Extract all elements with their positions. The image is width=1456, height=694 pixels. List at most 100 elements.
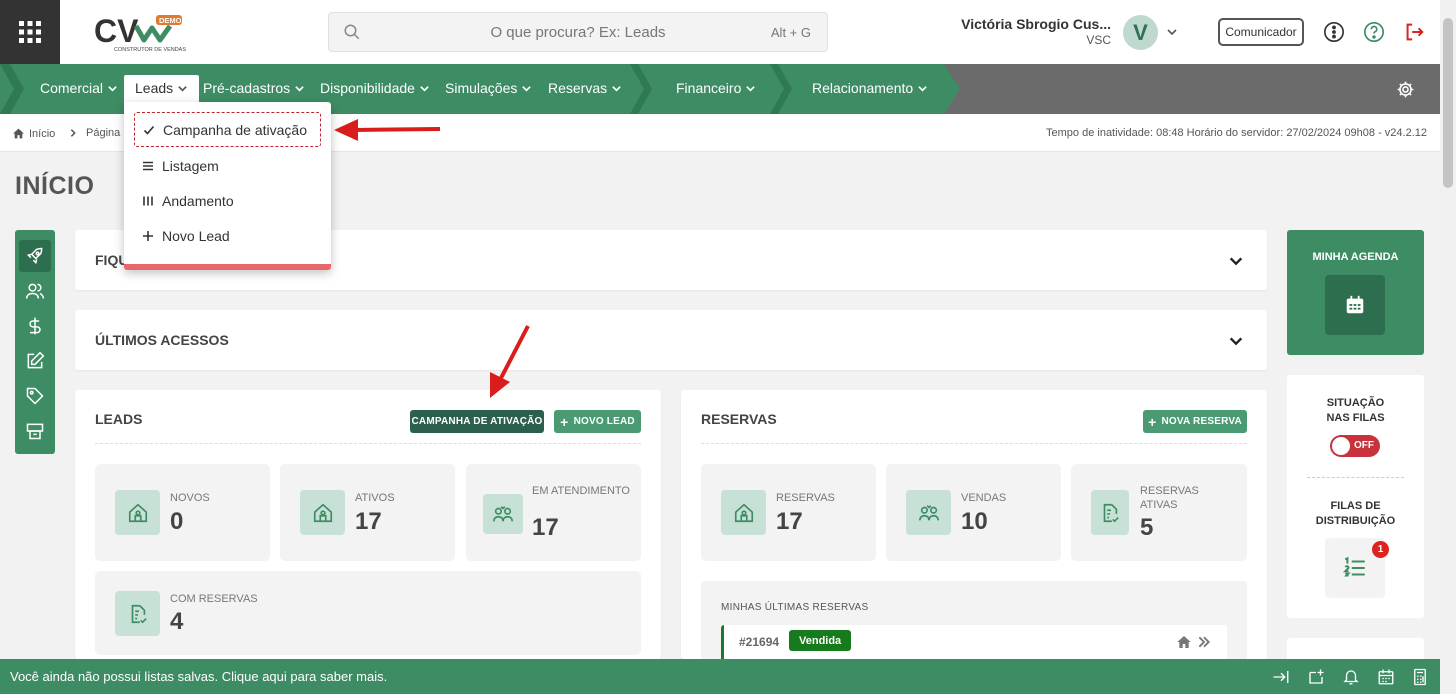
stat-novos[interactable]: NOVOS 0 (95, 464, 270, 561)
plus-icon: + (1148, 413, 1157, 430)
menu-item-andamento[interactable]: Andamento (134, 183, 321, 218)
help-icon[interactable] (1363, 21, 1385, 43)
menu-item-novo-lead[interactable]: Novo Lead (134, 218, 321, 253)
stat-reservas[interactable]: RESERVAS 17 (701, 464, 876, 561)
stat-value: 17 (532, 514, 559, 541)
breadcrumb-home[interactable]: Início (12, 127, 55, 140)
dropdown-accent-bar (124, 264, 331, 270)
stat-value: 5 (1140, 514, 1154, 541)
side-toolbar (15, 230, 55, 454)
breadcrumb-home-label: Início (29, 127, 56, 140)
users-button[interactable] (19, 275, 51, 307)
stat-em-atendimento[interactable]: EM ATENDIMENTO 17 (466, 464, 641, 561)
server-info: Tempo de inatividade: 08:48 Horário do s… (1046, 127, 1427, 139)
home-stat-icon (115, 490, 160, 535)
nav-label: Pré-cadastros (203, 80, 291, 96)
saved-lists-message[interactable]: Você ainda não possui listas salvas. Cli… (10, 669, 387, 684)
double-chevron-right-icon[interactable] (1197, 635, 1211, 649)
menu-item-listagem[interactable]: Listagem (134, 148, 321, 183)
stat-vendas[interactable]: VENDAS 10 (886, 464, 1061, 561)
logout-icon[interactable] (1403, 21, 1425, 43)
divider (1307, 477, 1404, 478)
novo-lead-button[interactable]: + NOVO LEAD (554, 410, 641, 433)
nav-leads[interactable]: Leads (124, 75, 200, 104)
novo-lead-label: NOVO LEAD (573, 416, 635, 427)
global-search-bar[interactable]: O que procura? Ex: Leads Alt + G (328, 12, 828, 52)
tag-button[interactable] (19, 380, 51, 412)
nav-reservas[interactable]: Reservas (548, 80, 622, 96)
stat-value: 4 (170, 608, 184, 635)
add-list-icon[interactable] (1306, 668, 1326, 686)
menu-item-label: Campanha de ativação (163, 121, 307, 138)
building-button[interactable] (19, 415, 51, 447)
home-stat-icon (300, 490, 345, 535)
user-avatar[interactable]: V (1123, 15, 1158, 50)
tag-icon (26, 387, 44, 405)
campanha-ativacao-button[interactable]: CAMPANHA DE ATIVAÇÃO (410, 410, 544, 433)
nav-comercial[interactable]: Comercial (40, 80, 118, 96)
stat-value: 0 (170, 508, 184, 535)
situacao-filas-card: SITUAÇÃO NAS FILAS OFF FILAS DE DISTRIBU… (1287, 375, 1424, 618)
home-icon[interactable] (1176, 634, 1192, 650)
rocket-icon (26, 247, 43, 265)
grid-icon (19, 21, 41, 43)
scrollbar-thumb[interactable] (1443, 18, 1453, 188)
chevron-down-icon (108, 85, 117, 92)
menu-item-campanha-ativacao[interactable]: Campanha de ativação (134, 112, 321, 147)
document-stat-icon (115, 591, 160, 636)
logo-badge: DEMO (159, 16, 182, 25)
vertical-scrollbar[interactable] (1440, 0, 1456, 694)
settings-gear-icon[interactable] (1396, 80, 1415, 99)
edit-button[interactable] (19, 345, 51, 377)
check-icon (143, 125, 155, 135)
apps-grid-button[interactable] (0, 0, 60, 64)
ultimos-acessos-card[interactable]: ÚLTIMOS ACESSOS (75, 310, 1267, 370)
more-options-icon[interactable] (1323, 21, 1345, 43)
chevron-down-icon[interactable] (1228, 253, 1244, 269)
breadcrumb-page-label: Página (86, 127, 121, 139)
nova-reserva-label: NOVA RESERVA (1161, 416, 1242, 427)
leads-title: LEADS (95, 411, 143, 427)
user-name[interactable]: Victória Sbrogio Cus... (961, 16, 1111, 32)
chevron-down-icon[interactable] (1166, 26, 1178, 38)
calendar-icon[interactable] (1377, 668, 1395, 686)
login-arrow-icon[interactable] (1271, 668, 1291, 686)
nav-label: Simulações (445, 80, 518, 96)
nav-simulacoes[interactable]: Simulações (445, 80, 532, 96)
bell-icon[interactable] (1342, 668, 1360, 686)
chevron-down-icon (746, 85, 756, 92)
finance-button[interactable] (19, 310, 51, 342)
stat-com-reservas[interactable]: COM RESERVAS 4 (95, 571, 641, 655)
agenda-button[interactable] (1325, 275, 1385, 335)
edit-icon (27, 351, 45, 369)
toggle-knob (1332, 437, 1350, 455)
list-icon (143, 161, 153, 170)
nav-pre-cadastros[interactable]: Pré-cadastros (203, 80, 305, 96)
nav-label: Disponibilidade (320, 80, 415, 96)
stat-reservas-ativas[interactable]: RESERVAS ATIVAS 5 (1071, 464, 1247, 561)
people-stat-icon (906, 490, 951, 535)
chevron-down-icon (295, 85, 304, 92)
nav-disponibilidade[interactable]: Disponibilidade (320, 80, 430, 96)
toggle-label: OFF (1354, 440, 1374, 451)
stat-ativos[interactable]: ATIVOS 17 (280, 464, 455, 561)
rocket-button[interactable] (19, 240, 51, 272)
filas-title: SITUAÇÃO NAS FILAS (1326, 397, 1385, 424)
chevron-down-icon[interactable] (1228, 333, 1244, 349)
leads-dropdown-menu: Campanha de ativação Listagem Andamento … (124, 102, 331, 270)
dollar-icon (29, 317, 41, 335)
cv-logo[interactable]: CV DEMO CONSTRUTOR DE VENDAS (92, 12, 192, 54)
filas-toggle[interactable]: OFF (1330, 435, 1380, 457)
nav-label: Reservas (548, 80, 608, 96)
distribuicao-title: FILAS DE DISTRIBUIÇÃO (1315, 500, 1396, 527)
divider (95, 443, 641, 444)
menu-item-label: Andamento (162, 192, 234, 209)
nova-reserva-button[interactable]: + NOVA RESERVA (1143, 410, 1247, 433)
logo-subtitle: CONSTRUTOR DE VENDAS (114, 47, 186, 53)
minhas-ultimas-reservas: MINHAS ÚLTIMAS RESERVAS #21694 Vendida (701, 581, 1247, 671)
calculator-icon[interactable] (1411, 668, 1429, 686)
chevron-right-icon (70, 129, 76, 137)
nav-financeiro[interactable]: Financeiro (676, 80, 756, 96)
comunicador-button[interactable]: Comunicador (1218, 18, 1304, 46)
nav-relacionamento[interactable]: Relacionamento (812, 80, 928, 96)
